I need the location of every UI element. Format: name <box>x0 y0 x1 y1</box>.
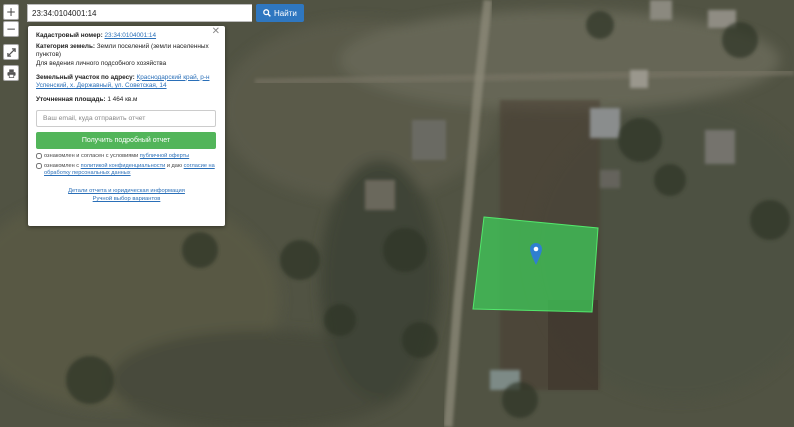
search-bar: Найти <box>27 4 304 22</box>
email-field[interactable] <box>36 110 216 128</box>
cadastral-row: Кадастровый номер: 23:34:0104001:14 <box>36 32 217 40</box>
area-value: 1 464 кв.м <box>107 96 138 104</box>
fullscreen-button[interactable] <box>3 44 19 60</box>
cadastral-label: Кадастровый номер: <box>36 32 103 39</box>
consent-privacy-checkbox[interactable] <box>36 163 42 170</box>
parcel-info-panel: ✕ Кадастровый номер: 23:34:0104001:14 Ка… <box>28 26 225 226</box>
zoom-out-button[interactable]: − <box>3 21 19 37</box>
address-label: Земельный участок по адресу: <box>36 73 135 81</box>
public-offer-link[interactable]: публичной оферты <box>140 153 189 159</box>
address-row: Земельный участок по адресу: Краснодарск… <box>36 74 217 90</box>
consent-offer-row[interactable]: ознакомлен и согласен с условиями публич… <box>36 153 217 160</box>
get-report-button[interactable]: Получить подробный отчет <box>36 132 216 150</box>
category-label: Категория земель: <box>36 43 95 51</box>
print-button[interactable] <box>3 65 19 81</box>
panel-footer-links: Детали отчета и юридическая информация Р… <box>36 187 217 203</box>
consent-offer-checkbox[interactable] <box>36 153 42 160</box>
cadastral-number-link[interactable]: 23:34:0104001:14 <box>105 32 157 39</box>
area-label: Уточненная площадь: <box>36 96 106 104</box>
expand-icon <box>6 47 16 57</box>
area-row: Уточненная площадь: 1 464 кв.м <box>36 96 217 104</box>
search-button[interactable]: Найти <box>256 4 304 22</box>
consent-privacy-text: ознакомлен с политикой конфиденциальност… <box>44 163 215 177</box>
category-row: Категория земель: Земли поселений (земли… <box>36 43 217 59</box>
report-details-link[interactable]: Детали отчета и юридическая информация <box>68 188 185 194</box>
zoom-in-button[interactable]: + <box>3 4 19 20</box>
search-input[interactable] <box>27 4 252 22</box>
consent-privacy-row[interactable]: ознакомлен с политикой конфиденциальност… <box>36 163 217 177</box>
manual-selection-link[interactable]: Ручной выбор вариантов <box>93 196 161 202</box>
privacy-policy-link[interactable]: политикой конфиденциальности <box>81 163 166 169</box>
search-button-label: Найти <box>274 8 297 18</box>
purpose-value: Для ведения личного подсобного хозяйства <box>36 59 167 67</box>
printer-icon <box>6 68 16 78</box>
location-marker-icon[interactable] <box>530 243 542 265</box>
consent-offer-text: ознакомлен и согласен с условиями публич… <box>44 153 190 160</box>
close-icon[interactable]: ✕ <box>212 26 220 36</box>
search-icon <box>263 9 271 17</box>
